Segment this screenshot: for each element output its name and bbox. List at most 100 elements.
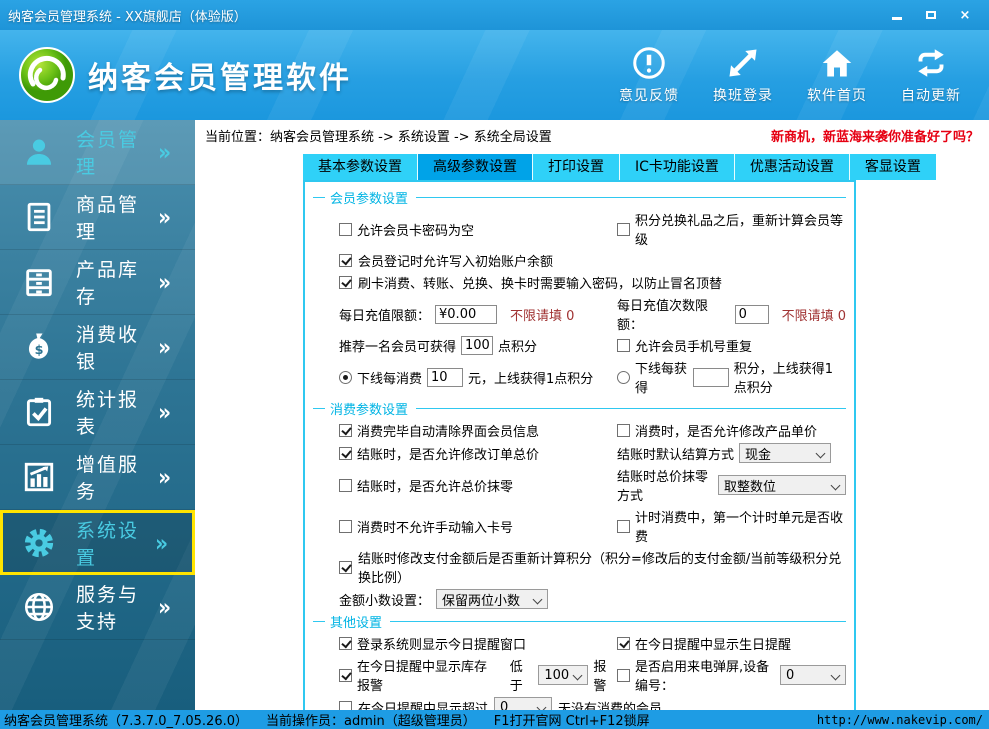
checkbox-show-birthday-reminder[interactable] bbox=[617, 637, 630, 650]
sidebar-item-member[interactable]: 会员管理 » bbox=[0, 120, 195, 185]
field-label: 结账时默认结算方式 bbox=[617, 444, 734, 463]
checkbox-allow-edit-order-total[interactable] bbox=[339, 447, 352, 460]
downline-spend-amount-input[interactable] bbox=[427, 368, 463, 387]
checkbox-recalc-level-after-redeem[interactable] bbox=[617, 223, 630, 236]
cashier-icon: $ bbox=[22, 330, 56, 364]
checkbox-caller-id-popup[interactable] bbox=[617, 669, 630, 682]
field-suffix: 天没有消费的会员 bbox=[558, 698, 662, 711]
tab-print-settings[interactable]: 打印设置 bbox=[533, 154, 620, 180]
form-row: 登录系统则显示今日提醒窗口 在今日提醒中显示生日提醒 bbox=[339, 634, 846, 653]
checkbox-label: 刷卡消费、转账、兑换、换卡时需要输入密码，以防止冒名顶替 bbox=[358, 273, 722, 292]
radio-downline-per-spend[interactable] bbox=[339, 371, 352, 384]
field-suffix: 报警 bbox=[593, 656, 617, 694]
checkbox-no-manual-card-entry[interactable] bbox=[339, 520, 352, 533]
select-value: 100 bbox=[544, 668, 569, 683]
settings-icon bbox=[22, 526, 56, 560]
chevron-right-icon: » bbox=[158, 333, 195, 361]
promo-text[interactable]: 新商机，新蓝海来袭你准备好了吗？ bbox=[771, 126, 979, 145]
header-action-label: 意见反馈 bbox=[619, 85, 679, 105]
checkbox-first-time-unit-charge[interactable] bbox=[617, 520, 630, 533]
home-icon bbox=[819, 45, 855, 81]
device-number-select[interactable]: 0 bbox=[780, 665, 846, 685]
sidebar-item-value-added[interactable]: 增值服务 » bbox=[0, 445, 195, 510]
daily-recharge-limit-input[interactable] bbox=[435, 305, 497, 324]
sidebar-item-inventory[interactable]: 产品库存 » bbox=[0, 250, 195, 315]
chevron-right-icon: » bbox=[158, 398, 195, 426]
checkbox-label: 结账时修改支付金额后是否重新计算积分（积分=修改后的支付金额/当前等级积分兑换比… bbox=[358, 548, 846, 586]
auto-update-button[interactable]: 自动更新 bbox=[901, 45, 961, 105]
checkbox-allow-edit-unit-price[interactable] bbox=[617, 424, 630, 437]
app-window: 纳客会员管理系统 - XX旗舰店（体验版） × 纳客会员管理软件 意见反馈 bbox=[0, 0, 989, 729]
sidebar-item-cashier[interactable]: $ 消费收银 » bbox=[0, 315, 195, 380]
shift-login-button[interactable]: 换班登录 bbox=[713, 45, 773, 105]
status-hotkeys: F1打开官网 Ctrl+F12锁屏 bbox=[494, 710, 650, 729]
title-bar: 纳客会员管理系统 - XX旗舰店（体验版） × bbox=[0, 0, 989, 30]
stock-alert-threshold-select[interactable]: 100 bbox=[538, 665, 588, 685]
select-value: 保留两位小数 bbox=[442, 590, 520, 609]
referral-points-input[interactable] bbox=[461, 336, 493, 355]
checkbox-label: 在今日提醒中显示超过 bbox=[358, 698, 488, 711]
status-url[interactable]: http://www.nakevip.com/ bbox=[817, 713, 983, 727]
field-label: 每日充值限额： bbox=[339, 305, 430, 324]
sidebar-item-label: 消费收银 bbox=[76, 320, 158, 374]
tab-basic-params[interactable]: 基本参数设置 bbox=[303, 154, 418, 180]
close-button[interactable]: × bbox=[953, 6, 977, 24]
checkbox-stock-alert[interactable] bbox=[339, 669, 352, 682]
support-icon bbox=[22, 590, 56, 624]
body: 会员管理 » 商品管理 » 产品库存 » $ bbox=[0, 120, 989, 710]
sidebar-item-label: 统计报表 bbox=[76, 385, 158, 439]
checkbox-allow-duplicate-phone[interactable] bbox=[617, 339, 630, 352]
checkbox-inactive-member-reminder[interactable] bbox=[339, 701, 352, 711]
form-row: 下线每消费 元，上线获得1点积分 下线每获得 积分，上线获得1点积分 bbox=[339, 358, 846, 396]
sidebar-item-support[interactable]: 服务与支持 » bbox=[0, 575, 195, 640]
member-icon bbox=[22, 135, 56, 169]
minimize-button[interactable] bbox=[885, 6, 909, 24]
field-label: 推荐一名会员可获得 bbox=[339, 336, 456, 355]
checkbox-label: 消费完毕自动清除界面会员信息 bbox=[357, 421, 539, 440]
radio-suffix: 积分，上线获得1点积分 bbox=[734, 358, 846, 396]
checkbox-require-password[interactable] bbox=[339, 276, 352, 289]
tab-ic-card[interactable]: IC卡功能设置 bbox=[620, 154, 735, 180]
chevron-right-icon: » bbox=[158, 268, 195, 296]
rounding-method-select[interactable]: 取整数位 bbox=[718, 475, 846, 495]
checkbox-show-today-reminder[interactable] bbox=[339, 637, 352, 650]
inactive-days-select[interactable]: 0 bbox=[494, 697, 552, 710]
checkbox-allow-rounding[interactable] bbox=[339, 479, 352, 492]
checkbox-clear-member-info[interactable] bbox=[339, 424, 352, 437]
feedback-button[interactable]: 意见反馈 bbox=[619, 45, 679, 105]
field-label: 结账时总价抹零方式 bbox=[617, 466, 713, 504]
checkbox-label: 积分兑换礼品之后，重新计算会员等级 bbox=[635, 210, 846, 248]
sidebar-item-settings[interactable]: 系统设置 » bbox=[0, 510, 195, 575]
home-button[interactable]: 软件首页 bbox=[807, 45, 867, 105]
checkbox-label: 是否启用来电弹屏,设备编号： bbox=[635, 656, 775, 694]
shift-login-icon bbox=[725, 45, 761, 81]
downline-points-input[interactable] bbox=[693, 368, 729, 387]
checkbox-allow-empty-password[interactable] bbox=[339, 223, 352, 236]
radio-suffix: 元，上线获得1点积分 bbox=[468, 368, 593, 387]
status-bar: 纳客会员管理系统（7.3.7.0_7.05.26.0） 当前操作员：admin（… bbox=[0, 710, 989, 729]
checkbox-recalc-points-after-edit[interactable] bbox=[339, 561, 352, 574]
radio-downline-per-points[interactable] bbox=[617, 371, 630, 384]
daily-recharge-count-input[interactable] bbox=[735, 305, 769, 324]
maximize-button[interactable] bbox=[919, 6, 943, 24]
breadcrumb: 当前位置：纳客会员管理系统 -> 系统设置 -> 系统全局设置 bbox=[205, 126, 552, 145]
tab-customer-display[interactable]: 客显设置 bbox=[850, 154, 936, 180]
tab-advanced-params[interactable]: 高级参数设置 bbox=[418, 154, 533, 180]
decimal-setting-select[interactable]: 保留两位小数 bbox=[436, 589, 548, 609]
sidebar-item-report[interactable]: 统计报表 » bbox=[0, 380, 195, 445]
window-controls: × bbox=[885, 6, 983, 24]
breadcrumb-row: 当前位置：纳客会员管理系统 -> 系统设置 -> 系统全局设置 新商机，新蓝海来… bbox=[195, 120, 989, 150]
sidebar-item-label: 系统设置 bbox=[76, 516, 155, 570]
form-row: 推荐一名会员可获得 点积分 允许会员手机号重复 bbox=[339, 336, 846, 355]
form-row: 消费完毕自动清除界面会员信息 消费时，是否允许修改产品单价 bbox=[339, 421, 846, 440]
tab-promotions[interactable]: 优惠活动设置 bbox=[735, 154, 850, 180]
svg-text:$: $ bbox=[35, 343, 44, 358]
sidebar-item-goods[interactable]: 商品管理 » bbox=[0, 185, 195, 250]
field-label: 金额小数设置： bbox=[339, 590, 430, 609]
checkbox-initial-balance[interactable] bbox=[339, 254, 352, 267]
form-row: 每日充值限额： 不限请填 0 每日充值次数限额： 不限请填 0 bbox=[339, 295, 846, 333]
default-payment-method-select[interactable]: 现金 bbox=[739, 443, 831, 463]
logo-icon bbox=[18, 46, 76, 104]
form-row: 结账时，是否允许修改订单总价 结账时默认结算方式 现金 bbox=[339, 443, 846, 463]
checkbox-label: 登录系统则显示今日提醒窗口 bbox=[357, 634, 526, 653]
